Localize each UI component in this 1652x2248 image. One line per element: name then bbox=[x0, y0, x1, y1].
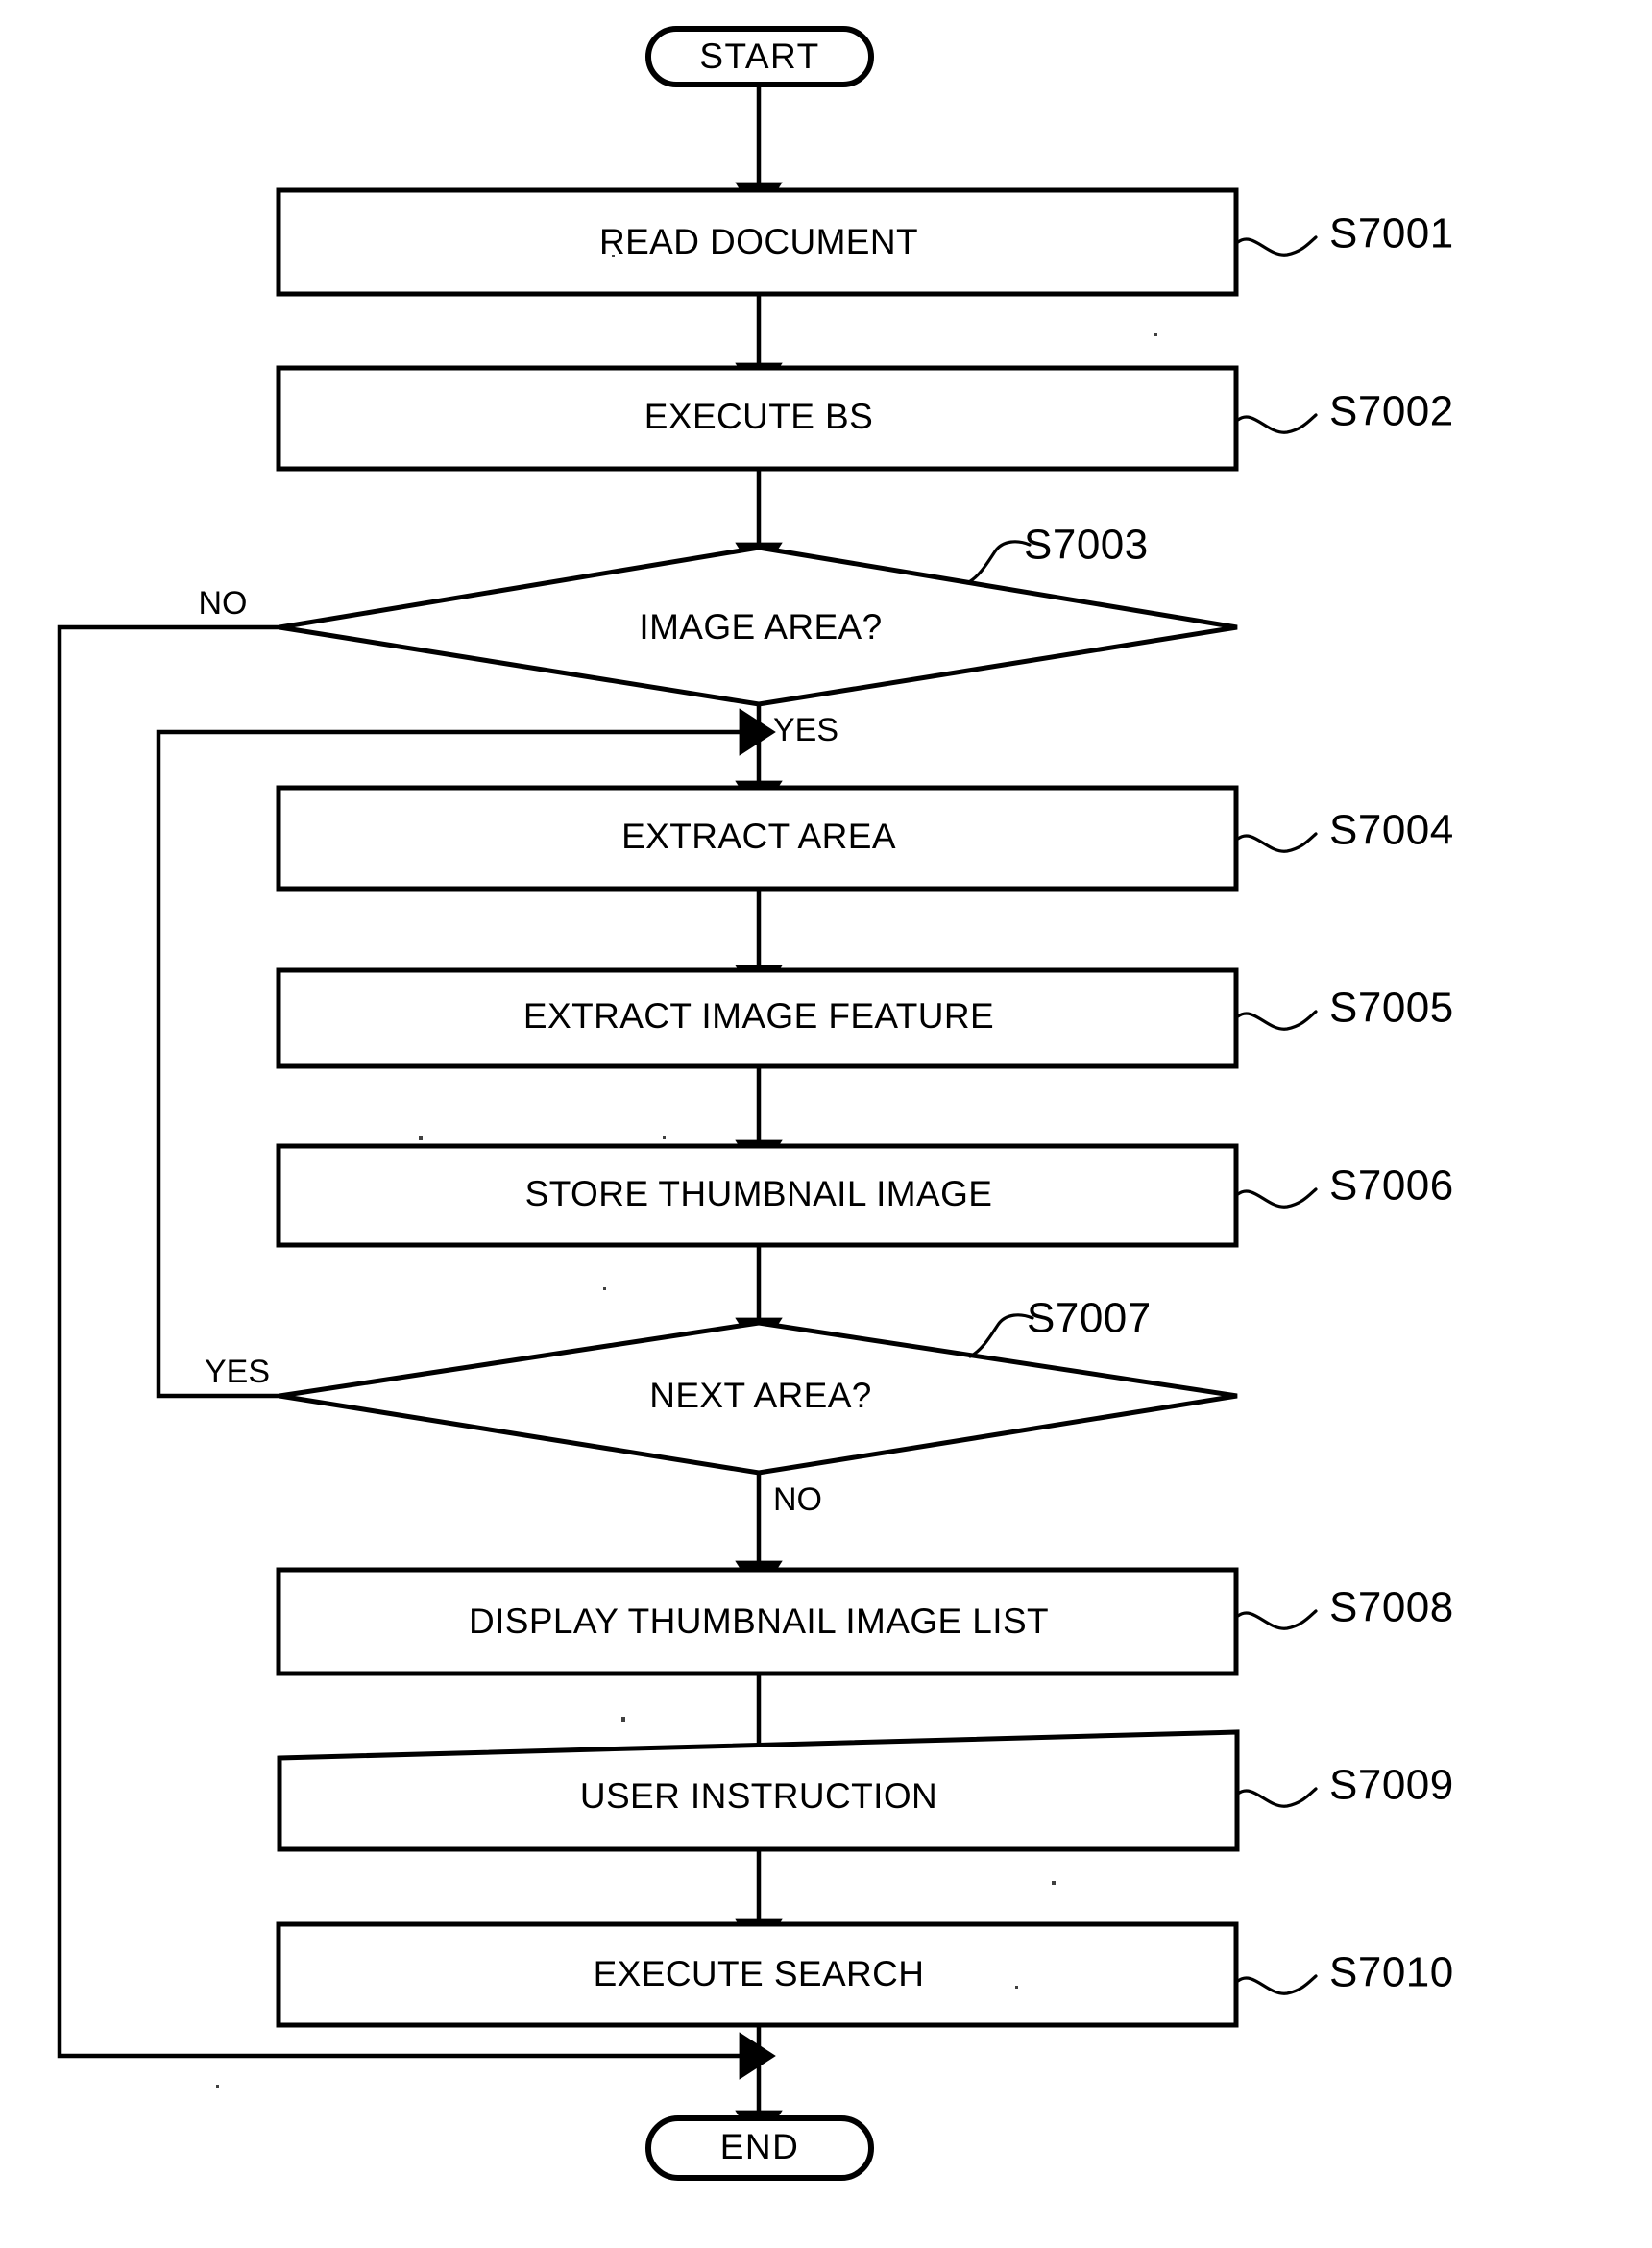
node-s7005: EXTRACT IMAGE FEATURE bbox=[276, 967, 1239, 1069]
step-label-s7002-text: S7002 bbox=[1329, 388, 1454, 435]
step-label-s7004: S7004 bbox=[1236, 807, 1454, 854]
node-s7010-label: EXECUTE SEARCH bbox=[594, 1954, 925, 1993]
step-label-s7003: S7003 bbox=[965, 522, 1149, 585]
step-label-s7004-text: S7004 bbox=[1329, 807, 1454, 854]
step-label-s7007-text: S7007 bbox=[1027, 1295, 1152, 1342]
leader-line-s7004 bbox=[1236, 832, 1318, 853]
node-s7002: EXECUTE BS bbox=[276, 365, 1239, 472]
node-s7009: USER INSTRUCTION bbox=[277, 1729, 1240, 1852]
node-s7009-label: USER INSTRUCTION bbox=[580, 1776, 937, 1816]
node-start-label: START bbox=[699, 37, 819, 76]
node-s7007: NEXT AREA? bbox=[279, 1320, 1238, 1476]
step-label-s7001: S7001 bbox=[1236, 210, 1454, 257]
node-s7004-label: EXTRACT AREA bbox=[621, 817, 896, 856]
node-s7006: STORE THUMBNAIL IMAGE bbox=[276, 1143, 1239, 1248]
node-s7003-label: IMAGE AREA? bbox=[639, 607, 882, 647]
flowchart-canvas: START READ DOCUMENT EXECUTE BS IMAGE ARE… bbox=[0, 0, 1652, 2248]
leader-line-s7007 bbox=[968, 1313, 1034, 1358]
node-s7001: READ DOCUMENT bbox=[276, 187, 1239, 297]
branch-label-s7003-yes: YES bbox=[773, 712, 838, 748]
leader-line-s7001 bbox=[1236, 235, 1318, 257]
branch-label-s7007-yes: YES bbox=[205, 1354, 270, 1390]
step-label-s7010-text: S7010 bbox=[1329, 1949, 1454, 1996]
branch-label-s7007-no: NO bbox=[773, 1481, 822, 1518]
leader-line-s7002 bbox=[1236, 413, 1318, 434]
branch-label-s7003-no: NO bbox=[199, 585, 248, 622]
step-label-s7006: S7006 bbox=[1236, 1162, 1454, 1210]
node-s7002-label: EXECUTE BS bbox=[644, 397, 873, 436]
step-label-s7006-text: S7006 bbox=[1329, 1162, 1454, 1210]
step-label-s7002: S7002 bbox=[1236, 388, 1454, 435]
step-label-s7008: S7008 bbox=[1236, 1584, 1454, 1631]
node-s7003: IMAGE AREA? bbox=[279, 545, 1238, 707]
node-start: START bbox=[645, 26, 874, 87]
node-s7004: EXTRACT AREA bbox=[276, 785, 1239, 892]
node-s7008-label: DISPLAY THUMBNAIL IMAGE LIST bbox=[469, 1601, 1049, 1641]
leader-line-s7009 bbox=[1236, 1787, 1318, 1808]
node-s7007-label: NEXT AREA? bbox=[649, 1376, 872, 1415]
leader-line-s7006 bbox=[1236, 1187, 1318, 1209]
flowchart-svg: START READ DOCUMENT EXECUTE BS IMAGE ARE… bbox=[57, 26, 1454, 2181]
step-label-s7005: S7005 bbox=[1236, 985, 1454, 1032]
leader-line-s7005 bbox=[1236, 1010, 1318, 1031]
node-s7008: DISPLAY THUMBNAIL IMAGE LIST bbox=[276, 1567, 1239, 1676]
node-end: END bbox=[645, 2115, 874, 2181]
step-label-s7008-text: S7008 bbox=[1329, 1584, 1454, 1631]
leader-line-s7003 bbox=[965, 540, 1032, 585]
node-s7001-label: READ DOCUMENT bbox=[599, 222, 918, 261]
node-s7010: EXECUTE SEARCH bbox=[276, 1921, 1239, 2028]
step-label-s7005-text: S7005 bbox=[1329, 985, 1454, 1032]
leader-line-s7008 bbox=[1236, 1609, 1318, 1630]
node-s7006-label: STORE THUMBNAIL IMAGE bbox=[525, 1174, 993, 1213]
step-label-s7009-text: S7009 bbox=[1329, 1762, 1454, 1809]
step-label-s7001-text: S7001 bbox=[1329, 210, 1454, 257]
step-label-s7007: S7007 bbox=[968, 1295, 1152, 1358]
leader-line-s7010 bbox=[1236, 1974, 1318, 1995]
node-end-label: END bbox=[720, 2127, 800, 2166]
node-s7005-label: EXTRACT IMAGE FEATURE bbox=[523, 996, 994, 1036]
step-label-s7009: S7009 bbox=[1236, 1762, 1454, 1809]
step-label-s7010: S7010 bbox=[1236, 1949, 1454, 1996]
step-label-s7003-text: S7003 bbox=[1024, 522, 1149, 569]
